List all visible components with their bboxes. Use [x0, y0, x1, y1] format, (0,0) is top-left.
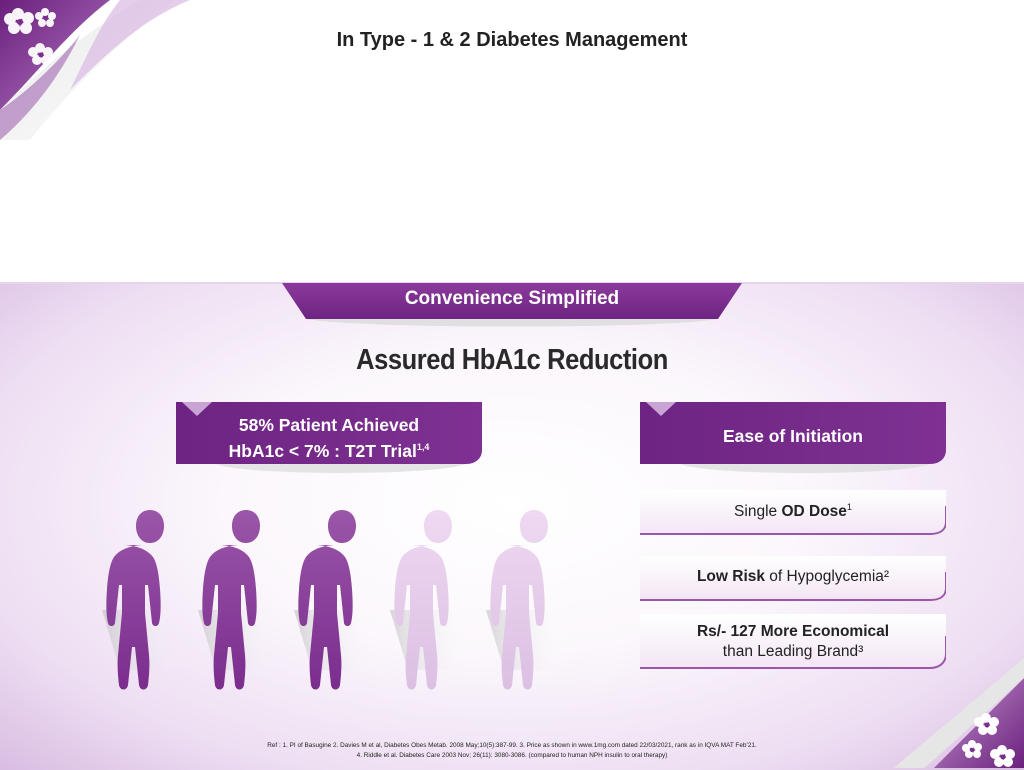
feature-bold: Low Risk: [696, 568, 765, 585]
feature-low-risk: Low Risk of Hypoglycemia²: [640, 554, 946, 604]
achievement-line2: HbA1c < 7% : T2T Trial1,4: [176, 436, 482, 462]
feature-bold: Rs/- 127 More Economical: [696, 623, 890, 640]
references-footer: Ref : 1. PI of Basugine 2. Davies M et a…: [0, 741, 1024, 761]
achievement-line1: 58% Patient Achieved: [238, 415, 420, 435]
patient-achievement-banner: 58% Patient Achieved HbA1c < 7% : T2T Tr…: [176, 402, 482, 473]
feature-prefix: Single: [734, 503, 782, 521]
banner-text: 58% Patient Achieved HbA1c < 7% : T2T Tr…: [176, 414, 482, 462]
achievement-line2-text: HbA1c < 7% : T2T Trial: [228, 440, 417, 461]
reference-line1: Ref : 1. PI of Basugine 2. Davies M et a…: [267, 742, 757, 749]
feature-text: Single OD Dose1: [640, 502, 946, 521]
achievement-superscript: 1,4: [416, 442, 430, 452]
ease-of-initiation-label: Ease of Initiation: [722, 426, 864, 446]
patient-pictogram: [102, 510, 564, 690]
page-title: In Type - 1 & 2 Diabetes Management: [336, 29, 688, 52]
reference-line2: 4. Riddle et al. Diabetes Care 2003 Nov;…: [356, 752, 668, 759]
feature-od-dose: Single OD Dose1: [640, 488, 946, 538]
headline: Assured HbA1c Reduction: [356, 344, 668, 376]
corner-decoration-top-left: [0, 0, 190, 140]
feature-bold: OD Dose: [781, 503, 847, 521]
feature-superscript: 1: [846, 502, 852, 512]
feature-text: Rs/- 127 More Economical than Leading Br…: [640, 622, 946, 662]
feature-suffix: of Hypoglycemia²: [765, 568, 890, 585]
ease-of-initiation-banner: Ease of Initiation: [640, 402, 946, 473]
feature-text: Low Risk of Hypoglycemia²: [640, 568, 946, 586]
ribbon-label: Convenience Simplified: [404, 288, 620, 309]
